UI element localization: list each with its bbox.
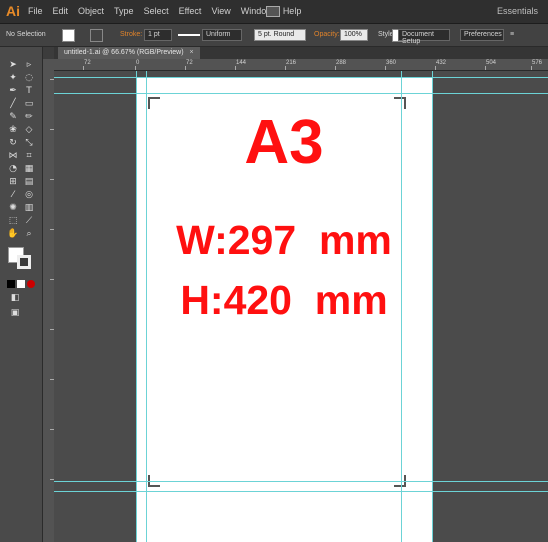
opacity-field[interactable]: 100% (340, 29, 368, 41)
ruler-tick (335, 66, 336, 70)
document-canvas[interactable]: A3 W:297 mm H:420 mm (54, 71, 548, 542)
ruler-label: 144 (236, 60, 247, 66)
menu-edit[interactable]: Edit (53, 6, 69, 16)
eraser-icon[interactable]: ◇ (22, 124, 36, 136)
gradient-mode-icon[interactable] (17, 280, 25, 288)
selection-icon[interactable]: ➤ (6, 59, 20, 71)
guide-line[interactable] (401, 71, 402, 542)
shape-builder-icon[interactable]: ◔ (6, 163, 20, 175)
symbol-sprayer-icon[interactable]: ✺ (6, 202, 20, 214)
close-icon[interactable]: × (190, 49, 194, 56)
horizontal-ruler: 72 0 72 144 216 288 360 432 504 576 (54, 59, 548, 71)
stroke-color-swatch[interactable] (17, 255, 31, 269)
preferences-button[interactable]: Preferences (460, 29, 504, 41)
eyedropper-icon[interactable]: ⁄ (6, 189, 20, 201)
arrange-documents-icon[interactable] (266, 6, 280, 17)
column-graph-icon[interactable]: ▥ (22, 202, 36, 214)
stroke-weight-field[interactable]: 1 pt (144, 29, 172, 41)
ruler-label: 72 (84, 60, 91, 66)
paintbrush-icon[interactable]: ✎ (6, 111, 20, 123)
ruler-tick (531, 66, 532, 70)
artboard-title: A3 (244, 108, 324, 177)
guide-line[interactable] (146, 71, 147, 542)
artboard-icon[interactable]: ⬚ (6, 215, 20, 227)
screen-mode-icon[interactable]: ▣ (8, 307, 22, 319)
menu-select[interactable]: Select (144, 6, 169, 16)
document-tab-bar: untitled-1.ai @ 66.67% (RGB/Preview) × (54, 47, 548, 59)
guide-line[interactable] (54, 491, 548, 492)
document-setup-button[interactable]: Document Setup (398, 29, 450, 45)
menu-file[interactable]: File (28, 6, 43, 16)
zoom-icon[interactable]: ⌕ (22, 228, 36, 240)
gradient-icon[interactable]: ▤ (22, 176, 36, 188)
ruler-tick (135, 66, 136, 70)
pencil-icon[interactable]: ✏ (22, 111, 36, 123)
ruler-tick (235, 66, 236, 70)
document-tab[interactable]: untitled-1.ai @ 66.67% (RGB/Preview) × (58, 47, 200, 59)
drawing-mode-icon[interactable]: ◧ (8, 292, 22, 304)
app-logo: Ai (6, 3, 20, 19)
menu-help[interactable]: Help (283, 6, 302, 16)
ruler-label: 504 (486, 60, 497, 66)
guide-line[interactable] (54, 93, 548, 94)
ruler-tick (435, 66, 436, 70)
width-icon[interactable]: ⋈ (6, 150, 20, 162)
direct-selection-icon[interactable]: ▹ (22, 59, 36, 71)
ruler-tick (83, 66, 84, 70)
color-mode-icon[interactable] (7, 280, 15, 288)
artboard[interactable]: A3 W:297 mm H:420 mm (136, 77, 432, 542)
lasso-icon[interactable]: ◌ (22, 72, 36, 84)
control-bar: No Selection Stroke: 1 pt Uniform 5 pt. … (0, 24, 548, 47)
type-icon[interactable]: T (22, 85, 36, 97)
fill-swatch[interactable] (62, 29, 75, 42)
ruler-label: 576 (532, 60, 543, 66)
blend-icon[interactable]: ◎ (22, 189, 36, 201)
stroke-label[interactable]: Stroke: (120, 29, 142, 41)
height-text: H:420 mm (180, 277, 388, 323)
menu-bar: Ai File Edit Object Type Select Effect V… (0, 0, 548, 24)
width-text: W:297 mm (176, 217, 392, 263)
ruler-tick (485, 66, 486, 70)
ruler-label: 360 (386, 60, 397, 66)
document-tab-label: untitled-1.ai @ 66.67% (RGB/Preview) (64, 49, 184, 56)
menu-view[interactable]: View (211, 6, 230, 16)
magic-wand-icon[interactable]: ✦ (6, 72, 20, 84)
guide-line[interactable] (136, 71, 137, 542)
none-mode-icon[interactable] (27, 280, 35, 288)
ruler-tick (185, 66, 186, 70)
guide-line[interactable] (54, 77, 548, 78)
hand-icon[interactable]: ✋ (6, 228, 20, 240)
selection-status: No Selection (6, 31, 46, 38)
brush-dropdown[interactable]: 5 pt. Round (254, 29, 306, 41)
profile-dropdown[interactable]: Uniform (202, 29, 242, 41)
variable-width-line (178, 34, 200, 36)
blob-brush-icon[interactable]: ❀ (6, 124, 20, 136)
opacity-label[interactable]: Opacity: (314, 29, 340, 41)
pen-icon[interactable]: ✒ (6, 85, 20, 97)
guide-line[interactable] (432, 71, 433, 542)
ruler-label: 432 (436, 60, 447, 66)
ruler-label: 288 (336, 60, 347, 66)
ruler-tick (285, 66, 286, 70)
line-icon[interactable]: ╱ (6, 98, 20, 110)
tools-panel: ➤ ▹ ✦ ◌ ✒ T ╱ ▭ ✎ ✏ ❀ ◇ ↻ ⤡ ⋈ ⌗ ◔ ▦ ⊞ ▤ … (0, 47, 43, 542)
menu-type[interactable]: Type (114, 6, 134, 16)
ruler-label: 216 (286, 60, 297, 66)
perspective-icon[interactable]: ▦ (22, 163, 36, 175)
ruler-tick (385, 66, 386, 70)
scale-icon[interactable]: ⤡ (22, 137, 36, 149)
guide-line[interactable] (54, 481, 548, 482)
menu-object[interactable]: Object (78, 6, 104, 16)
control-menu-icon[interactable]: ≡ (510, 29, 514, 41)
ruler-label: 0 (136, 60, 140, 66)
ruler-label: 72 (186, 60, 193, 66)
workspace-switcher[interactable]: Essentials (497, 6, 538, 16)
stroke-swatch[interactable] (90, 29, 103, 42)
rectangle-icon[interactable]: ▭ (22, 98, 36, 110)
mesh-icon[interactable]: ⊞ (6, 176, 20, 188)
rotate-icon[interactable]: ↻ (6, 137, 20, 149)
slice-icon[interactable]: ⟋ (22, 215, 36, 227)
free-transform-icon[interactable]: ⌗ (22, 150, 36, 162)
menu-effect[interactable]: Effect (179, 6, 202, 16)
